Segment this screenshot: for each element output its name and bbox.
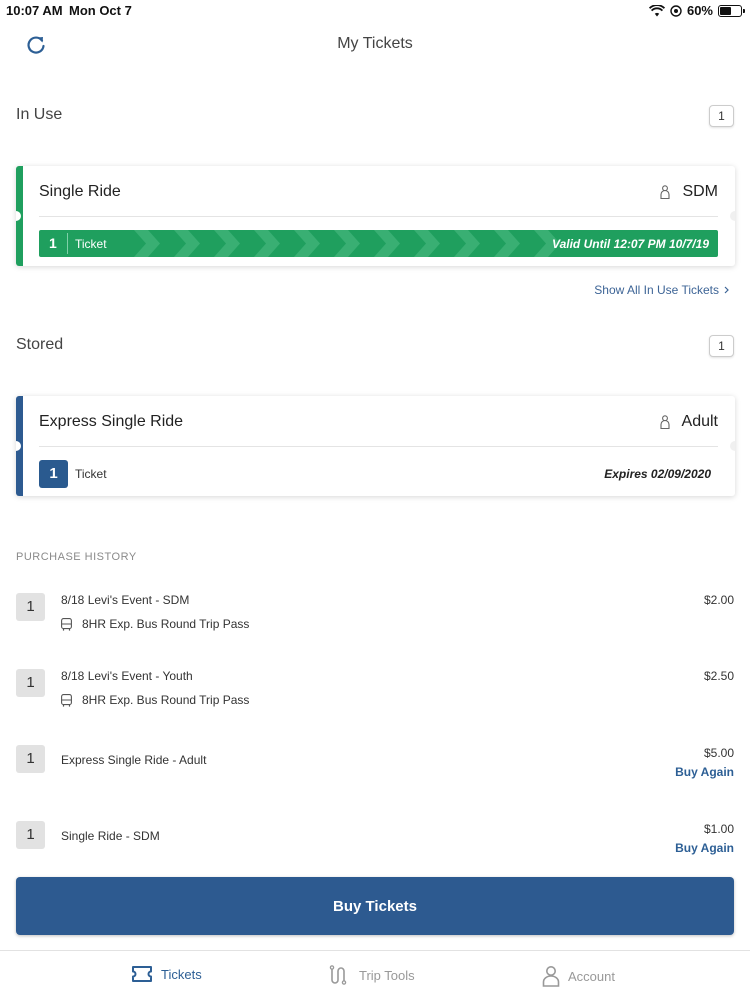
ticket-notch xyxy=(730,211,735,221)
rider-type-label: Adult xyxy=(681,413,718,430)
history-item-title: Express Single Ride - Adult xyxy=(61,753,207,767)
chevron-right-icon xyxy=(724,286,729,294)
battery-percent: 60% xyxy=(686,3,713,18)
stored-title: Stored xyxy=(16,336,64,353)
tab-label: Trip Tools xyxy=(359,967,415,983)
history-item-price: $5.00 xyxy=(703,746,734,760)
person-icon xyxy=(660,185,670,199)
buy-tickets-button[interactable]: Buy Tickets xyxy=(16,877,734,935)
history-qty-badge: 1 xyxy=(16,593,45,621)
ticket-icon xyxy=(132,966,152,982)
tab-account[interactable]: Account xyxy=(542,965,615,987)
history-item: 1 Single Ride - SDM $1.00 Buy Again xyxy=(16,821,734,881)
history-item-title: Single Ride - SDM xyxy=(61,829,160,843)
tab-tickets[interactable]: Tickets xyxy=(131,965,202,983)
tab-bar: Tickets Trip Tools Account xyxy=(0,950,750,1000)
history-item-price: $2.50 xyxy=(703,669,734,683)
ticket-quantity: 1 xyxy=(39,460,68,488)
ticket-label: Ticket xyxy=(75,467,107,481)
card-divider xyxy=(39,446,718,447)
ticket-quantity: 1 xyxy=(49,235,57,251)
tab-label: Tickets xyxy=(161,966,202,982)
history-item-sub: 8HR Exp. Bus Round Trip Pass xyxy=(61,693,249,707)
rider-type-label: SDM xyxy=(682,183,718,200)
history-item-title: 8/18 Levi's Event - Youth xyxy=(61,669,193,683)
history-item-price: $1.00 xyxy=(703,822,734,836)
show-all-in-use-link[interactable]: Show All In Use Tickets xyxy=(594,283,729,297)
history-item: 1 Express Single Ride - Adult $5.00 Buy … xyxy=(16,745,734,805)
ticket-valid-until: Valid Until 12:07 PM 10/7/19 xyxy=(552,237,709,251)
history-item-title: 8/18 Levi's Event - SDM xyxy=(61,593,190,607)
ticket-rider-type: Adult xyxy=(659,413,718,431)
status-date: Mon Oct 7 xyxy=(69,3,132,18)
bus-icon xyxy=(61,617,72,631)
purchase-history-header: PURCHASE HISTORY xyxy=(16,551,137,563)
history-qty-badge: 1 xyxy=(16,745,45,773)
wifi-icon xyxy=(648,4,665,16)
history-item-sub-label: 8HR Exp. Bus Round Trip Pass xyxy=(82,617,250,631)
history-item-price: $2.00 xyxy=(703,593,734,607)
in-use-title: In Use xyxy=(16,106,63,123)
in-use-ticket-card[interactable]: Single Ride SDM 1 Ticket Valid Until 12:… xyxy=(16,166,735,266)
history-item: 1 8/18 Levi's Event - Youth 8HR Exp. Bus… xyxy=(16,669,734,729)
ticket-notch xyxy=(730,441,735,451)
status-right: 60% xyxy=(648,3,745,18)
tab-trip-tools[interactable]: Trip Tools xyxy=(329,965,415,985)
history-qty-badge: 1 xyxy=(16,669,45,697)
bus-icon xyxy=(61,693,72,707)
buy-again-button[interactable]: Buy Again xyxy=(675,765,734,779)
history-qty-badge: 1 xyxy=(16,821,45,849)
ticket-expiry: Expires 02/09/2020 xyxy=(604,467,711,481)
ticket-name: Single Ride xyxy=(39,183,121,200)
ticket-name: Express Single Ride xyxy=(39,413,184,430)
history-item-sub-label: 8HR Exp. Bus Round Trip Pass xyxy=(82,693,250,707)
battery-fill xyxy=(720,6,731,15)
status-time: 10:07 AM xyxy=(6,3,63,18)
ticket-rider-type: SDM xyxy=(660,183,718,201)
stored-count-badge: 1 xyxy=(709,335,734,357)
ticket-validity-strip: 1 Ticket Valid Until 12:07 PM 10/7/19 xyxy=(39,230,718,257)
in-use-count-badge: 1 xyxy=(709,105,734,127)
ticket-label: Ticket xyxy=(75,237,107,251)
status-bar: 10:07 AM Mon Oct 7 60% xyxy=(0,0,750,22)
battery-icon xyxy=(718,4,745,17)
card-divider xyxy=(39,216,718,217)
show-all-label: Show All In Use Tickets xyxy=(594,283,719,297)
person-icon xyxy=(659,415,670,429)
history-item-sub: 8HR Exp. Bus Round Trip Pass xyxy=(61,617,249,631)
stored-ticket-card[interactable]: Express Single Ride Adult 1 Ticket Expir… xyxy=(16,396,735,496)
tab-label: Account xyxy=(568,968,615,984)
page-title: My Tickets xyxy=(337,35,413,52)
buy-again-button[interactable]: Buy Again xyxy=(675,841,734,855)
route-icon xyxy=(329,965,347,985)
person-icon xyxy=(542,966,560,987)
location-icon xyxy=(670,4,682,17)
history-item: 1 8/18 Levi's Event - SDM 8HR Exp. Bus R… xyxy=(16,593,734,653)
